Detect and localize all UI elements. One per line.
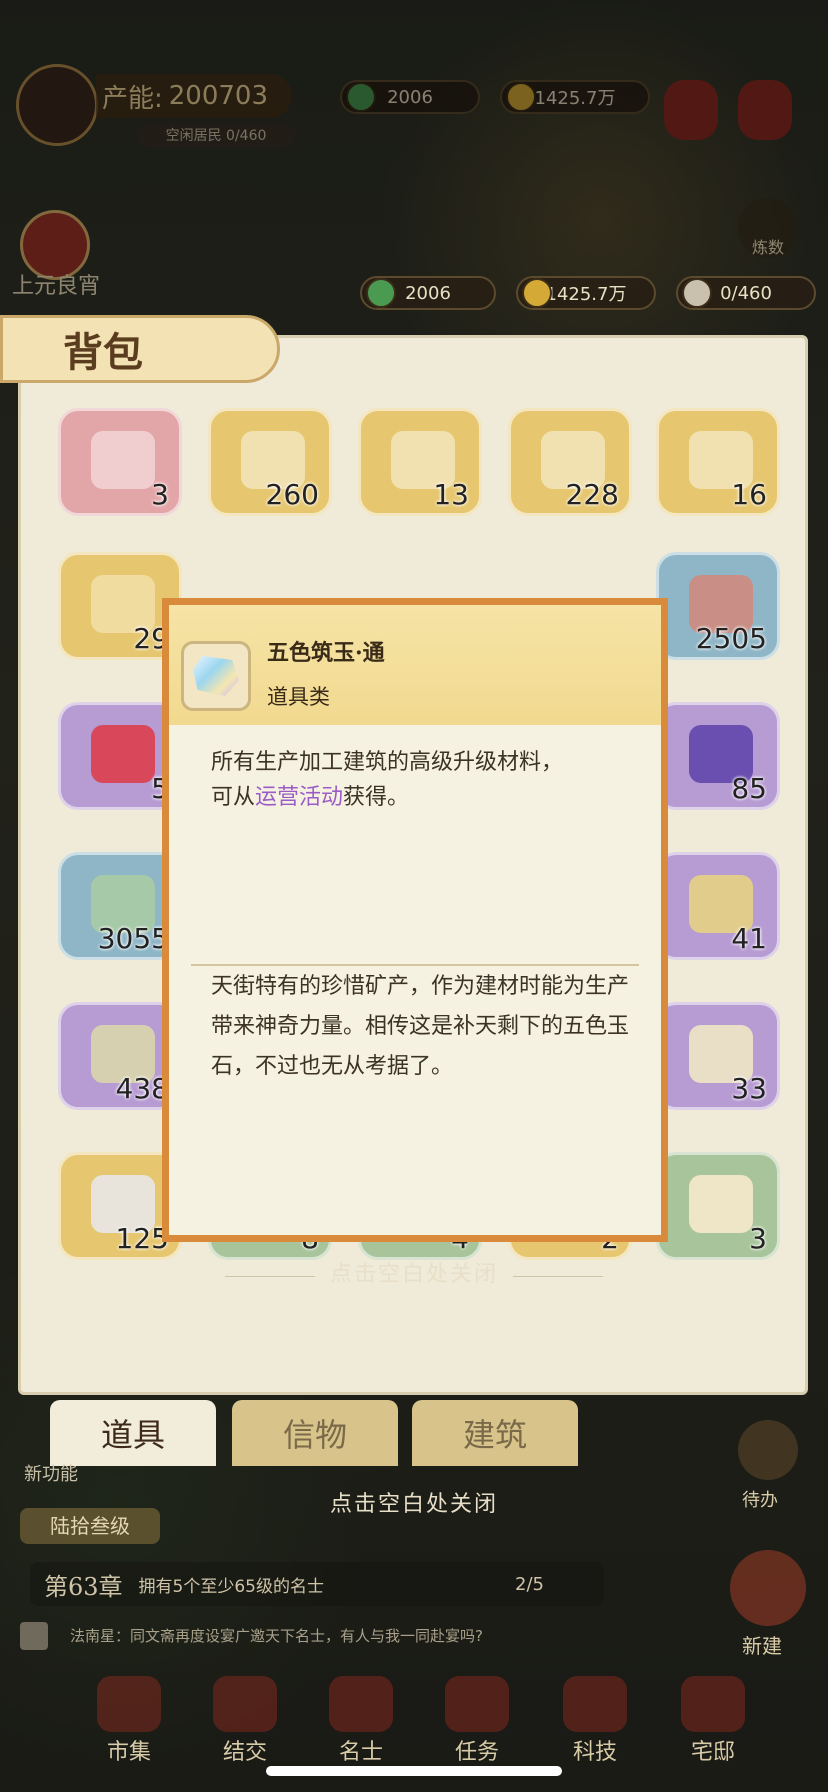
bag-currency-jade: 2006 [360, 276, 496, 310]
bag-residents-value: 0/460 [720, 282, 772, 304]
jade-coin-icon [366, 278, 396, 308]
bag-title: 背包 [0, 315, 280, 383]
nav-label: 宅邸 [690, 1740, 735, 1765]
nav-button[interactable]: 科技 [550, 1676, 640, 1766]
item-slot[interactable]: 33 [656, 1002, 780, 1110]
todo-icon[interactable] [738, 1420, 798, 1480]
item-count: 260 [265, 478, 319, 511]
item-slot[interactable]: 3 [656, 1152, 780, 1260]
bag-close-hint[interactable]: 点击空白处关闭 [160, 1486, 668, 1518]
nav-icon [681, 1676, 745, 1732]
speaker-icon[interactable] [20, 1622, 48, 1650]
new-feature-label[interactable]: 新功能 [24, 1460, 78, 1486]
nav-label: 结交 [222, 1740, 267, 1765]
tooltip-source-link[interactable]: 运营活动 [255, 785, 343, 810]
item-slot[interactable]: 85 [656, 702, 780, 810]
bag-currency-jade-value: 2006 [405, 282, 451, 304]
nav-label: 市集 [106, 1740, 151, 1765]
item-count: 41 [731, 922, 767, 955]
item-count: 33 [731, 1072, 767, 1105]
broadcast-text: 法南星：同文斋再度设宴广邀天下名士，有人与我一同赴宴吗? [70, 1627, 483, 1645]
nav-label: 任务 [454, 1740, 499, 1765]
bag-residents: 0/460 [676, 276, 816, 310]
canned-food-icon [91, 431, 155, 489]
nav-button[interactable]: 结交 [200, 1676, 290, 1766]
bag-currency-copper-value: 1425.7万 [545, 284, 627, 305]
home-indicator[interactable] [266, 1766, 562, 1776]
item-slot[interactable]: 16 [656, 408, 780, 516]
tab-keepsakes-label: 信物 [282, 1416, 347, 1454]
item-slot[interactable]: 2505 [656, 552, 780, 660]
tofu-spoon-icon [689, 1175, 753, 1233]
bag-title-text: 背包 [63, 329, 143, 376]
nav-icon [97, 1676, 161, 1732]
item-slot[interactable]: 260 [208, 408, 332, 516]
tooltip-item-type: 道具类 [267, 685, 330, 709]
tab-keepsakes[interactable]: 信物 [232, 1400, 398, 1466]
tooltip-close-hint-text: 点击空白处关闭 [329, 1262, 498, 1287]
resident-icon [682, 278, 712, 308]
tooltip-desc-line2: 可从运营活动获得。 [211, 780, 631, 815]
build-plus-icon[interactable] [730, 1550, 806, 1626]
item-count: 438 [115, 1072, 169, 1105]
copper-coin-icon [522, 278, 552, 308]
red-ore-icon [91, 725, 155, 783]
five-color-jade-icon [193, 656, 239, 696]
item-slot[interactable]: 228 [508, 408, 632, 516]
nav-button[interactable]: 任务 [432, 1676, 522, 1766]
item-slot[interactable]: 3 [58, 408, 182, 516]
item-count: 13 [433, 478, 469, 511]
tab-buildings-label: 建筑 [462, 1416, 527, 1454]
bag-close-hint-text: 点击空白处关闭 [329, 1492, 498, 1517]
tab-items-label: 道具 [100, 1416, 165, 1454]
tooltip-item-frame [181, 641, 251, 711]
quest-bar[interactable]: 第63章 拥有5个至少65级的名士 2/5 [30, 1562, 604, 1606]
tooltip-desc-prefix: 可从 [211, 785, 256, 810]
tooltip-lore: 天街特有的珍惜矿产，作为建材时能为生产带来神奇力量。相传这是补天剩下的五色玉石，… [211, 974, 630, 1079]
nav-button[interactable]: 名士 [316, 1676, 406, 1766]
nav-icon [329, 1676, 393, 1732]
tooltip-desc-suffix: 获得。 [343, 785, 410, 810]
item-count: 2505 [695, 622, 767, 655]
nav-button[interactable]: 市集 [84, 1676, 174, 1766]
tab-items[interactable]: 道具 [50, 1400, 216, 1466]
tab-buildings[interactable]: 建筑 [412, 1400, 578, 1466]
item-count: 85 [731, 772, 767, 805]
item-count: 228 [565, 478, 619, 511]
bag-currency-copper: 1425.7万 [516, 276, 656, 310]
item-count: 3055 [97, 922, 169, 955]
todo-label: 待办 [742, 1490, 778, 1511]
item-count: 3 [151, 478, 169, 511]
item-count: 3 [749, 1222, 767, 1255]
hint-line-left [224, 1276, 315, 1277]
item-slot[interactable]: 13 [358, 408, 482, 516]
nav-button[interactable]: 宅邸 [668, 1676, 758, 1766]
tooltip-item-name: 五色筑玉·通 [267, 640, 385, 666]
quest-chapter: 第63章 [44, 1572, 123, 1601]
build-label: 新建 [742, 1634, 782, 1658]
tooltip-close-hint[interactable]: 点击空白处关闭 [160, 1256, 668, 1288]
quest-progress: 2/5 [515, 1573, 544, 1595]
tooltip-desc-line1: 所有生产加工建筑的高级升级材料， [211, 750, 564, 775]
nav-icon [563, 1676, 627, 1732]
quest-text: 拥有5个至少65级的名士 [138, 1576, 324, 1597]
item-slot[interactable]: 41 [656, 852, 780, 960]
nav-icon [445, 1676, 509, 1732]
tooltip-description: 所有生产加工建筑的高级升级材料， 可从运营活动获得。 [211, 745, 631, 815]
item-count: 125 [115, 1222, 169, 1255]
tooltip-divider [191, 964, 639, 966]
item-count: 16 [731, 478, 767, 511]
nav-label: 科技 [572, 1740, 617, 1765]
nav-icon [213, 1676, 277, 1732]
item-tooltip: 五色筑玉·通 道具类 所有生产加工建筑的高级升级材料， 可从运营活动获得。 天街… [162, 598, 668, 1242]
hint-line-right [513, 1276, 604, 1277]
nav-label: 名士 [338, 1740, 383, 1765]
rank-badge: 陆拾叁级 [20, 1508, 160, 1544]
